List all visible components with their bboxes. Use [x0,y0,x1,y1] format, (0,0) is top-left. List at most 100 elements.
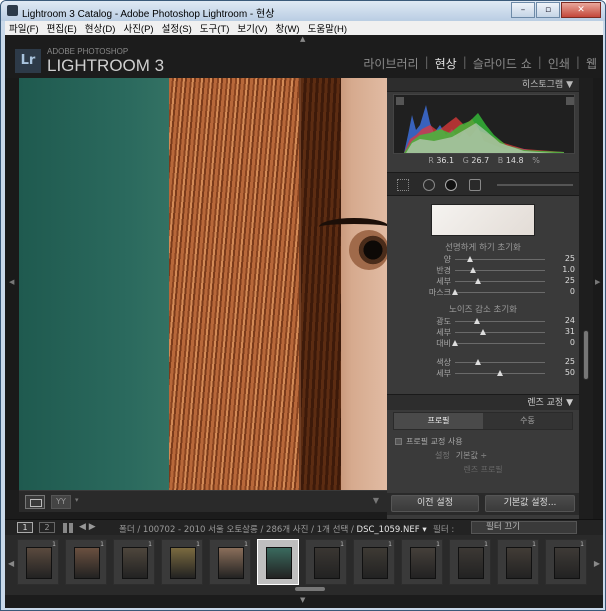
slider-knob[interactable] [452,289,458,295]
toolbar-menu-icon[interactable]: ▼ [373,496,379,505]
filmstrip-left-arrow-icon[interactable]: ◀ [8,559,14,568]
menu-tools[interactable]: 도구(T) [200,21,230,35]
enable-profile-checkbox[interactable] [395,438,402,445]
panel-scrollbar[interactable] [579,78,593,534]
slider-value[interactable]: 0 [551,338,575,347]
module-print[interactable]: 인쇄 [548,55,570,72]
slider-value[interactable]: 1.0 [551,265,575,274]
expand-left-panel-icon[interactable]: ◀ [9,278,14,286]
sharpening-title[interactable]: 선명하게 하기 초기화 [387,242,579,254]
loupe-view-button[interactable] [25,495,45,509]
page-1-button[interactable]: 1 [17,522,33,533]
filmstrip-thumbnail[interactable]: 1 [545,539,587,585]
before-after-caret-icon[interactable]: ▾ [75,496,79,504]
filmstrip-thumbnail[interactable]: 1 [161,539,203,585]
slider-knob[interactable] [497,370,503,376]
module-library[interactable]: 라이브러리 [363,55,418,72]
slider-value[interactable]: 31 [551,327,575,336]
filmstrip-thumbnail[interactable]: 1 [449,539,491,585]
slider-row[interactable]: 세부 31 [387,327,579,338]
filmstrip-thumbnail[interactable]: 1 [305,539,347,585]
filmstrip-thumbnail[interactable]: 1 [65,539,107,585]
grid-view-icon[interactable] [63,523,73,533]
module-web[interactable]: 웹 [586,55,597,72]
detail-preview[interactable] [431,204,535,236]
scrollbar-thumb[interactable] [583,330,589,380]
slider-track[interactable] [455,292,545,293]
slider-value[interactable]: 24 [551,316,575,325]
menu-edit[interactable]: 편집(E) [47,21,77,35]
filmstrip-thumbnail[interactable]: 1 [113,539,155,585]
slider-knob[interactable] [470,267,476,273]
filmstrip-thumbnail[interactable]: 1 [497,539,539,585]
slider-track[interactable] [455,281,545,282]
module-slideshow[interactable]: 슬라이드 쇼 [473,55,532,72]
close-button[interactable]: ✕ [561,2,601,18]
menu-window[interactable]: 창(W) [276,21,300,35]
slider-knob[interactable] [474,278,481,284]
slider-track[interactable] [455,362,545,363]
slider-row[interactable]: 반경 1.0 [387,265,579,276]
filmstrip-thumbnail[interactable]: 1 [209,539,251,585]
menu-file[interactable]: 파일(F) [9,21,39,35]
slider-row[interactable]: 마스크 0 [387,287,579,298]
tab-manual[interactable]: 수동 [483,413,572,429]
noise-title[interactable]: 노이즈 감소 초기화 [387,304,579,316]
enable-profile-option[interactable]: 프로필 교정 사용 [395,436,463,447]
slider-value[interactable]: 0 [551,287,575,296]
source-path[interactable]: 폴더 / 100702 - 2010 서울 오토살롱 / 286개 사진 / 1… [119,523,427,535]
page-2-button[interactable]: 2 [39,522,55,533]
maximize-button[interactable]: ▫ [536,2,560,18]
slider-row[interactable]: 색상 25 [387,357,579,368]
module-develop[interactable]: 현상 [435,55,457,72]
menu-develop[interactable]: 현상(D) [85,21,116,35]
menu-settings[interactable]: 설정(S) [162,21,192,35]
filename[interactable]: DSC_1059.NEF ▾ [357,525,427,535]
reset-button[interactable]: 기본값 설정... [485,495,575,512]
menu-view[interactable]: 보기(V) [237,21,267,35]
slider-knob[interactable] [479,329,486,335]
filmstrip-thumbnail[interactable]: 1 [353,539,395,585]
slider-knob[interactable] [474,359,481,365]
crop-tool-icon[interactable] [397,179,409,191]
slider-value[interactable]: 50 [551,368,575,377]
red-eye-icon[interactable] [445,179,457,191]
slider-value[interactable]: 25 [551,254,575,263]
prev-next-icons[interactable]: ◀ ▶ [79,522,96,532]
slider-row[interactable]: 대비 0 [387,338,579,349]
slider-track[interactable] [455,332,545,333]
filter-select[interactable]: 필터 끄기 [471,521,577,534]
lens-setup-select[interactable]: 기본값 ÷ [456,451,487,460]
slider-row[interactable]: 세부 25 [387,276,579,287]
slider-track[interactable] [455,343,545,344]
filmstrip-thumbnail[interactable]: 2 [257,539,299,585]
spot-removal-icon[interactable] [423,179,435,191]
graduated-filter-icon[interactable] [469,179,481,191]
previous-button[interactable]: 이전 설정 [391,495,479,512]
histogram-header[interactable]: 히스토그램 ▼ [387,78,579,92]
slider-track[interactable] [455,270,545,271]
slider-value[interactable]: 25 [551,276,575,285]
slider-knob[interactable] [452,340,458,346]
filmstrip-thumbnail[interactable]: 1 [401,539,443,585]
main-photo-view[interactable] [19,78,387,490]
slider-row[interactable]: 양 25 [387,254,579,265]
slider-row[interactable]: 광도 24 [387,316,579,327]
collapse-bottom-arrow-icon[interactable]: ▼ [300,596,305,604]
slider-value[interactable]: 25 [551,357,575,366]
menu-photo[interactable]: 사진(P) [123,21,153,35]
tab-profile[interactable]: 프로필 [394,413,483,429]
filmstrip-scroll-thumb[interactable] [295,587,325,591]
filmstrip-right-arrow-icon[interactable]: ▶ [594,559,600,568]
lens-correction-header[interactable]: 렌즈 교정 ▼ [387,394,579,410]
minimize-button[interactable]: – [511,2,535,18]
slider-knob[interactable] [467,256,474,262]
collapse-right-panel-icon[interactable]: ▶ [595,278,600,286]
filmstrip-thumbnail[interactable]: 1 [17,539,59,585]
slider-track[interactable] [455,321,545,322]
slider-knob[interactable] [473,318,480,324]
adjustment-brush-slider[interactable] [497,184,573,186]
before-after-button[interactable]: YY [51,495,71,509]
menu-help[interactable]: 도움말(H) [308,21,347,35]
slider-row[interactable]: 세부 50 [387,368,579,379]
